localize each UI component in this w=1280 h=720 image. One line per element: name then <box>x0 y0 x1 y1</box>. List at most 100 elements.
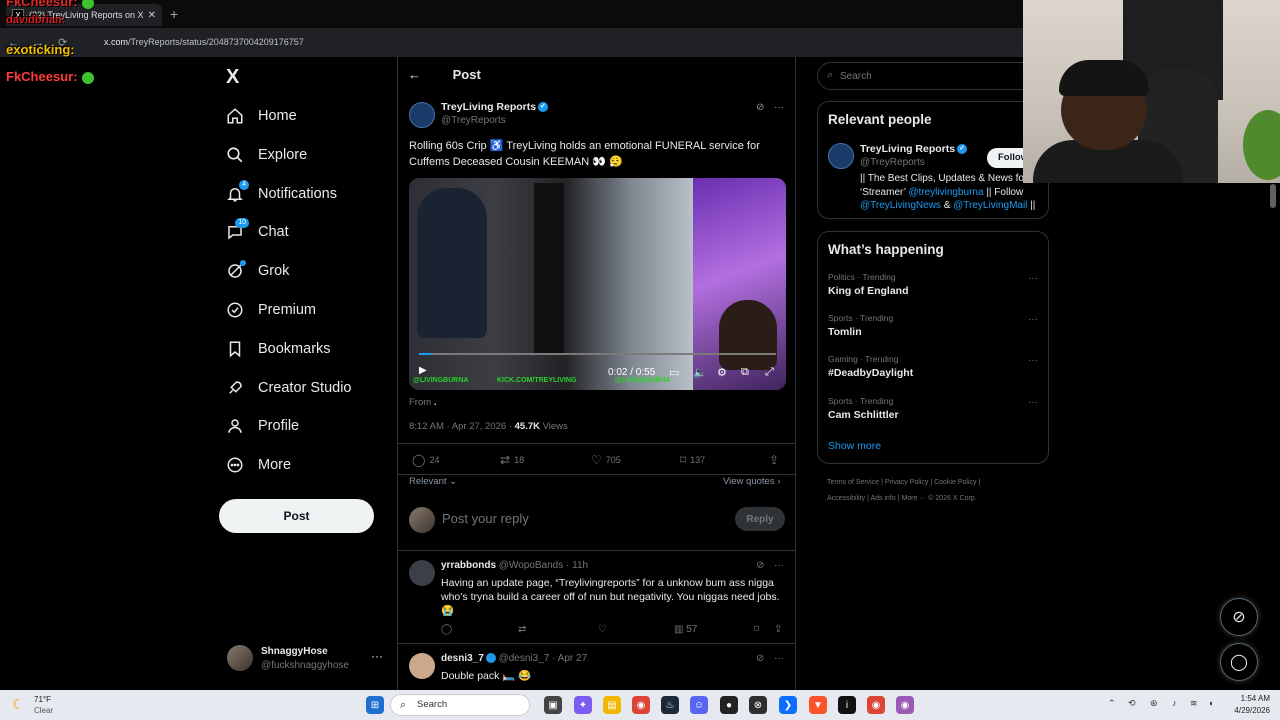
avatar <box>409 560 435 586</box>
steam-icon[interactable]: ♨ <box>661 696 679 714</box>
video-player[interactable]: @LIVINGBURNA KICK.COM/TREYLIVING @LIVING… <box>409 178 786 390</box>
nav-chat[interactable]: 10 Chat <box>226 218 289 244</box>
author-name[interactable]: TreyLiving Reports ✓ <box>441 101 549 113</box>
reply-icon[interactable]: ◯ <box>441 624 452 635</box>
new-tab-button[interactable]: + <box>170 6 178 22</box>
file-explorer-icon[interactable]: ▤ <box>603 696 621 714</box>
video-progress-bar[interactable] <box>419 353 776 355</box>
more-icon[interactable]: ··· <box>774 653 784 664</box>
views-count: 45.7K <box>514 421 540 432</box>
volume-icon[interactable]: ◖ <box>1208 698 1213 708</box>
trend-item[interactable]: Gaming · Trending #DeadbyDaylight ··· <box>828 354 1038 379</box>
nav-premium[interactable]: Premium <box>226 298 316 322</box>
repost-action[interactable]: ⇄ 18 <box>500 453 524 467</box>
more-icon: ··· <box>1028 314 1038 325</box>
bookmark-action[interactable]: ⌑ 137 <box>680 453 705 467</box>
author-avatar[interactable] <box>409 102 435 128</box>
grok-icon[interactable]: ⊘ <box>756 102 764 113</box>
wifi-icon[interactable]: ≋ <box>1190 698 1198 709</box>
messages-fab-icon[interactable]: ◯ <box>1220 643 1258 681</box>
back-arrow-icon[interactable]: ← <box>408 67 421 82</box>
taskbar-search[interactable]: ⌕ Search <box>390 694 530 716</box>
repost-icon[interactable]: ⇄ <box>518 624 526 635</box>
tray-app-icon[interactable]: ⊛ <box>1150 698 1158 709</box>
footer-links[interactable]: Terms of Service | Privacy Policy | Cook… <box>827 479 980 486</box>
nav-bookmarks[interactable]: Bookmarks <box>226 337 331 361</box>
footer-links[interactable]: Accessibility | Ads info | More ··· © 20… <box>827 495 977 502</box>
share-action[interactable]: ⇪ <box>769 453 783 467</box>
avatar <box>409 653 435 679</box>
post-button[interactable]: Post <box>219 499 374 533</box>
nav-explore[interactable]: Explore <box>226 143 307 167</box>
scrollbar[interactable] <box>1270 184 1276 208</box>
captions-icon[interactable]: ▭ <box>669 366 679 379</box>
play-icon[interactable]: ▶ <box>419 365 427 376</box>
notifications-badge: 4 <box>239 180 249 190</box>
reply-action[interactable]: ◯ 24 <box>412 453 439 467</box>
vscode-icon[interactable]: ❯ <box>779 696 797 714</box>
video-frame-left <box>409 178 693 390</box>
reply-input[interactable]: Post your reply <box>442 511 529 526</box>
start-icon[interactable]: ⊞ <box>366 696 384 714</box>
fullscreen-icon[interactable]: ⤢ <box>765 366 774 379</box>
share-icon[interactable]: ⇪ <box>774 624 782 635</box>
person-icon <box>226 417 244 435</box>
sort-replies-dropdown[interactable]: Relevant ⌄ <box>409 476 457 487</box>
like-action[interactable]: ♡ 705 <box>591 453 621 467</box>
author-handle[interactable]: @TreyReports <box>441 115 506 126</box>
search-input[interactable]: ⌕ Search <box>817 62 1049 90</box>
more-icon[interactable]: ··· <box>774 560 784 571</box>
bookmark-icon[interactable]: ⌑ <box>754 624 759 635</box>
volume-icon[interactable]: 🔈 <box>693 366 707 379</box>
nav-home[interactable]: Home <box>226 104 297 128</box>
system-clock[interactable]: 1:54 AM 4/29/2026 <box>1222 693 1270 717</box>
views-icon[interactable]: ▥ 57 <box>674 624 697 635</box>
close-tab-icon[interactable]: ✕ <box>148 10 156 21</box>
reply-item[interactable]: yrrabbonds @WopoBands · 11h ⊘ ··· Having… <box>398 552 795 644</box>
nav-notifications[interactable]: 4 Notifications <box>226 180 337 206</box>
tray-app-icon[interactable]: ⟲ <box>1128 698 1136 709</box>
grok-icon[interactable]: ⊘ <box>756 560 764 571</box>
view-quotes-link[interactable]: View quotes › <box>723 476 780 487</box>
copilot-icon[interactable]: ✦ <box>574 696 592 714</box>
x-logo[interactable]: X <box>226 66 239 89</box>
heart-icon[interactable]: ♡ <box>598 624 607 635</box>
brave-icon[interactable]: ▼ <box>809 696 827 714</box>
grok-fab-icon[interactable]: ⊘ <box>1220 598 1258 636</box>
nav-creator-studio[interactable]: Creator Studio <box>226 376 352 400</box>
url-field[interactable]: x.com/TreyReports/status/204873700420917… <box>104 37 304 47</box>
more-icon[interactable]: ··· <box>774 102 784 113</box>
pip-icon[interactable]: ⧉ <box>741 366 749 379</box>
nav-more[interactable]: More <box>226 453 291 477</box>
chrome-icon[interactable]: ◉ <box>867 696 885 714</box>
person-handle[interactable]: @TreyReports <box>860 157 925 168</box>
mic-icon[interactable]: ♪ <box>1172 698 1177 708</box>
avatar[interactable] <box>828 143 854 169</box>
info-app-icon[interactable]: i <box>838 696 856 714</box>
person-name[interactable]: TreyLiving Reports ✓ <box>860 143 968 155</box>
chrome-icon[interactable]: ◉ <box>632 696 650 714</box>
overlay-chat-line: exoticking: <box>6 42 75 57</box>
account-more-icon[interactable]: ··· <box>371 649 383 663</box>
app-icon[interactable]: ● <box>720 696 738 714</box>
reply-composer: Post your reply Reply <box>398 493 795 551</box>
settings-icon[interactable]: ⚙ <box>717 366 727 379</box>
trend-item[interactable]: Sports · Trending Tomlin ··· <box>828 313 1038 338</box>
grok-dot <box>240 260 246 266</box>
task-view-icon[interactable]: ▣ <box>544 696 562 714</box>
reply-button[interactable]: Reply <box>735 507 785 531</box>
show-more-link[interactable]: Show more <box>828 440 881 452</box>
reply-item[interactable]: desni3_7 ✓ @desni3_7 · Apr 27 ⊘ ··· Doubl… <box>398 645 795 690</box>
nav-grok[interactable]: Grok <box>226 259 289 283</box>
chrome-profile-icon[interactable]: ◉ <box>896 696 914 714</box>
nav-profile[interactable]: Profile <box>226 414 299 438</box>
xbox-icon[interactable]: ⊗ <box>749 696 767 714</box>
discord-icon[interactable]: ☺ <box>690 696 708 714</box>
account-switcher[interactable]: ShnaggyHose @fuckshnaggyhose ··· <box>227 645 387 673</box>
video-time: 0:02 / 0:55 <box>608 367 656 378</box>
trend-item[interactable]: Sports · Trending Cam Schlittler ··· <box>828 396 1038 421</box>
nav-notifications-label: Notifications <box>258 186 337 202</box>
trend-item[interactable]: Politics · Trending King of England ··· <box>828 272 1038 297</box>
grok-icon[interactable]: ⊘ <box>756 653 764 664</box>
tray-chevron-icon[interactable]: ⌃ <box>1108 698 1116 709</box>
